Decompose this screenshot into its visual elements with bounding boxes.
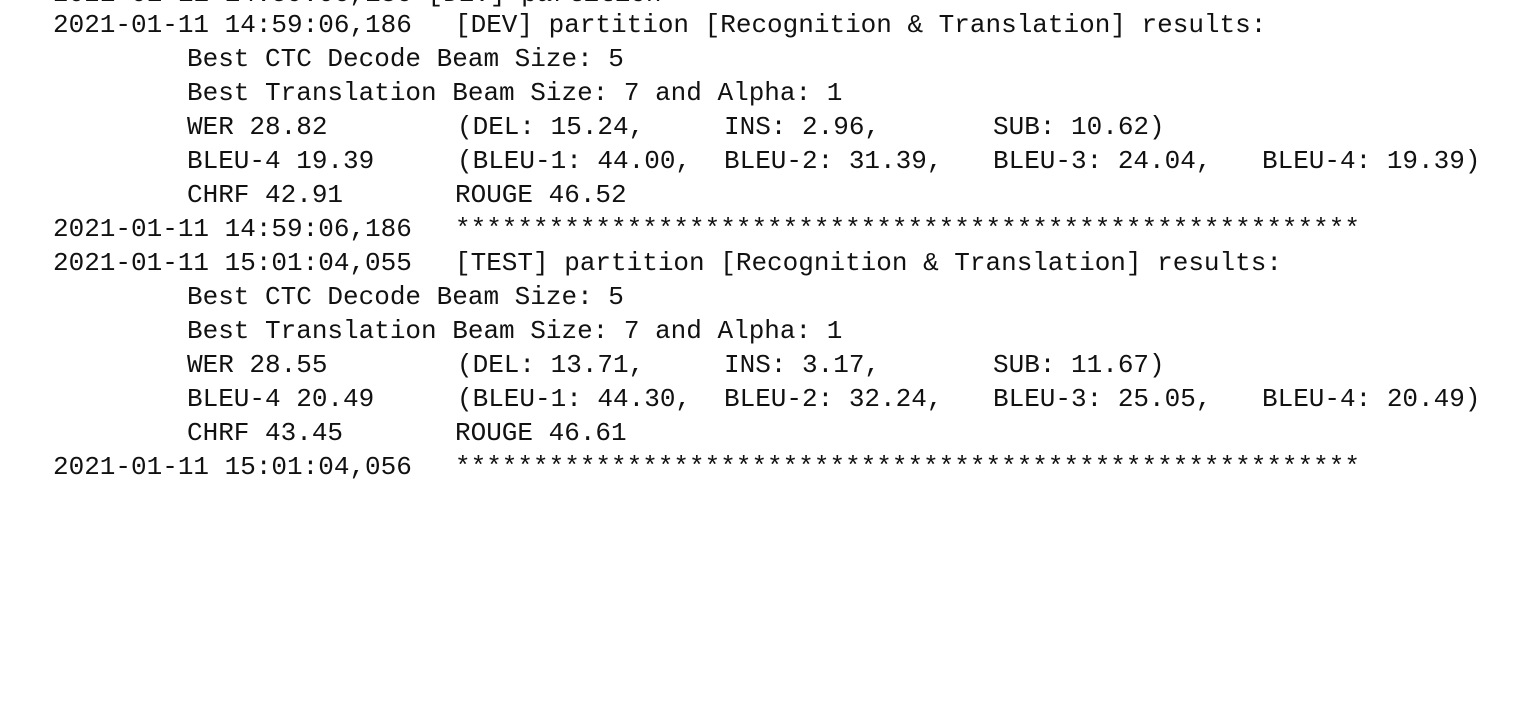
dev-timestamp: 2021-01-11 14:59:06,186 (53, 10, 412, 40)
test-wer: WER 28.55 (187, 350, 328, 380)
dev-header-line: 2021-01-11 14:59:06,186 [DEV] partition … (0, 8, 1530, 42)
test-separator-timestamp: 2021-01-11 15:01:04,056 (53, 452, 412, 482)
test-bleu: BLEU-4 20.49 (187, 384, 375, 414)
test-ctc-line: Best CTC Decode Beam Size: 5 (0, 280, 1530, 314)
test-bleu4: BLEU-4: 20.49) (1262, 384, 1481, 414)
test-chrf-line: CHRF 43.45 ROUGE 46.61 (0, 416, 1530, 450)
dev-ctc-beam: Best CTC Decode Beam Size: 5 (187, 44, 624, 74)
test-ins: INS: 3.17, (724, 350, 881, 380)
dev-bleu3: BLEU-3: 24.04, (993, 146, 1212, 176)
test-ctc-beam: Best CTC Decode Beam Size: 5 (187, 282, 624, 312)
test-timestamp: 2021-01-11 15:01:04,055 (53, 248, 412, 278)
test-header-text: [TEST] partition [Recognition & Translat… (455, 248, 1282, 278)
dev-wer: WER 28.82 (187, 112, 328, 142)
dev-ins: INS: 2.96, (724, 112, 881, 142)
test-translation-beam: Best Translation Beam Size: 7 and Alpha:… (187, 316, 843, 346)
dev-separator-timestamp: 2021-01-11 14:59:06,186 (53, 214, 412, 244)
test-translation-line: Best Translation Beam Size: 7 and Alpha:… (0, 314, 1530, 348)
dev-bleu4: BLEU-4: 19.39) (1262, 146, 1481, 176)
terminal-log-output: 2021-01-11 14:59:06,186 [DEV] partition … (0, 0, 1530, 494)
test-separator: ****************************************… (455, 452, 1360, 482)
dev-chrf-line: CHRF 42.91 ROUGE 46.52 (0, 178, 1530, 212)
dev-del: (DEL: 15.24, (457, 112, 645, 142)
test-rouge: ROUGE 46.61 (455, 418, 627, 448)
test-del: (DEL: 13.71, (457, 350, 645, 380)
dev-rouge: ROUGE 46.52 (455, 180, 627, 210)
dev-ctc-line: Best CTC Decode Beam Size: 5 (0, 42, 1530, 76)
dev-separator: ****************************************… (455, 214, 1360, 244)
dev-header-text: [DEV] partition [Recognition & Translati… (455, 10, 1267, 40)
dev-bleu-line: BLEU-4 19.39 (BLEU-1: 44.00, BLEU-2: 31.… (0, 144, 1530, 178)
dev-chrf: CHRF 42.91 (187, 180, 344, 210)
test-bleu1: (BLEU-1: 44.30, (457, 384, 692, 414)
test-bleu-line: BLEU-4 20.49 (BLEU-1: 44.30, BLEU-2: 32.… (0, 382, 1530, 416)
dev-bleu2: BLEU-2: 31.39, (724, 146, 943, 176)
test-bleu3: BLEU-3: 25.05, (993, 384, 1212, 414)
dev-sub: SUB: 10.62) (993, 112, 1165, 142)
test-header-line: 2021-01-11 15:01:04,055 [TEST] partition… (0, 246, 1530, 280)
test-bleu2: BLEU-2: 32.24, (724, 384, 943, 414)
dev-translation-line: Best Translation Beam Size: 7 and Alpha:… (0, 76, 1530, 110)
dev-separator-line: 2021-01-11 14:59:06,186 ****************… (0, 212, 1530, 246)
dev-bleu: BLEU-4 19.39 (187, 146, 375, 176)
dev-wer-line: WER 28.82 (DEL: 15.24, INS: 2.96, SUB: 1… (0, 110, 1530, 144)
test-chrf: CHRF 43.45 (187, 418, 344, 448)
test-separator-line: 2021-01-11 15:01:04,056 ****************… (0, 450, 1530, 484)
test-wer-line: WER 28.55 (DEL: 13.71, INS: 3.17, SUB: 1… (0, 348, 1530, 382)
dev-bleu1: (BLEU-1: 44.00, (457, 146, 692, 176)
dev-translation-beam: Best Translation Beam Size: 7 and Alpha:… (187, 78, 843, 108)
test-sub: SUB: 11.67) (993, 350, 1165, 380)
